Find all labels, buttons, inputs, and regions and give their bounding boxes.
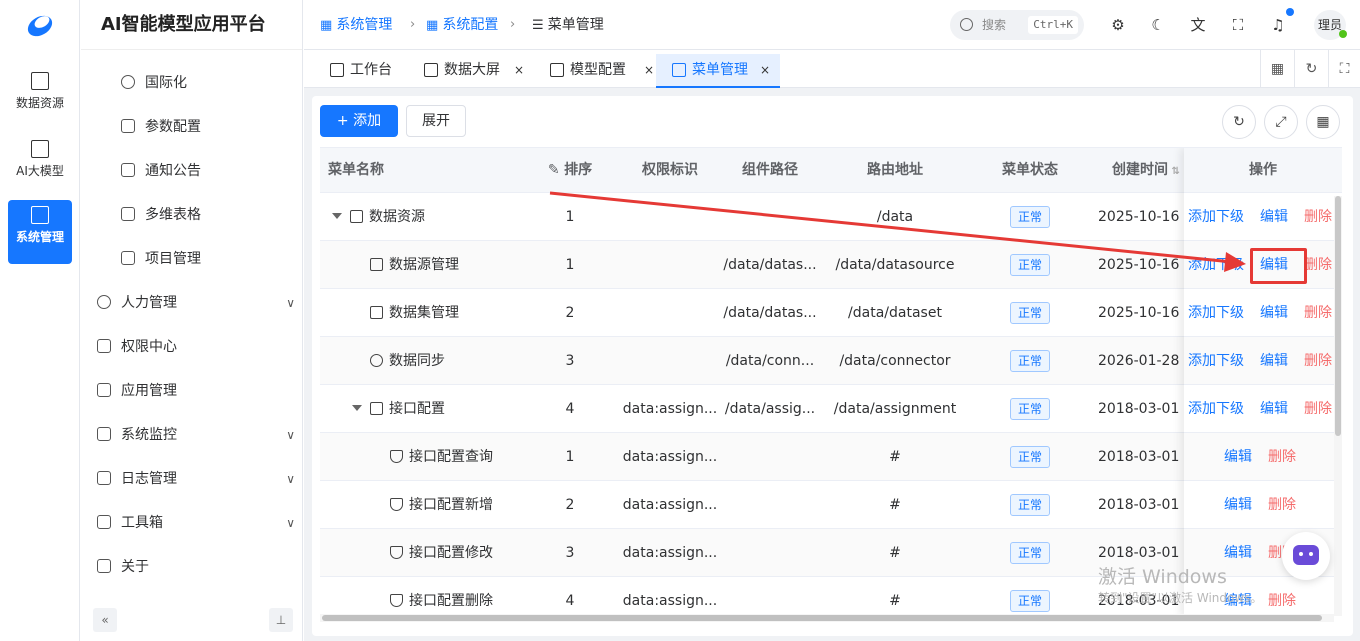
annotation-arrow-icon [549,191,1246,272]
highlight-box [1250,248,1307,284]
watermark-title: 激活 Windows [1098,566,1227,588]
watermark-subtitle: 转到"设置"以激活 Windows。 [1098,591,1263,605]
assistant-bot-button[interactable] [1282,532,1330,580]
robot-icon [1293,545,1319,565]
